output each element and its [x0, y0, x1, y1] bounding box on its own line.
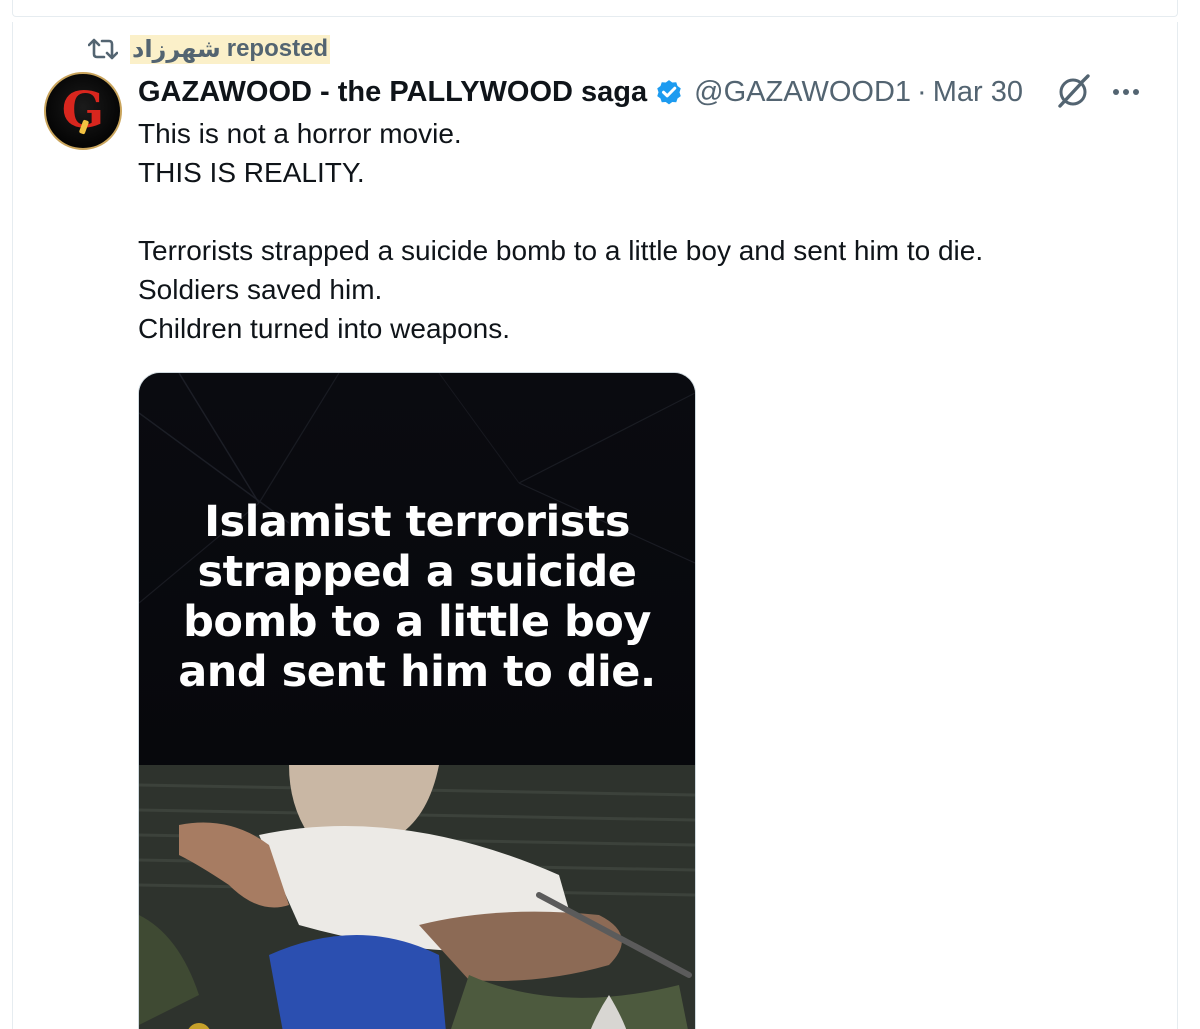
- tweet-line: Soldiers saved him.: [138, 274, 383, 305]
- overlay-line: and sent him to die.: [178, 647, 656, 697]
- reposter-name[interactable]: شهرزاد: [132, 35, 221, 64]
- tweet-line-empty: [138, 192, 1148, 231]
- overlay-line: Islamist terrorists: [204, 497, 630, 547]
- avatar[interactable]: G: [44, 72, 122, 150]
- video-title-card: Islamist terrorists strapped a suicide b…: [139, 373, 695, 765]
- reposted-word: reposted: [226, 34, 329, 62]
- video-overlay-text: Islamist terrorists strapped a suicide b…: [139, 497, 695, 697]
- repost-label[interactable]: شهرزاد reposted: [130, 34, 331, 64]
- tweet-video[interactable]: Islamist terrorists strapped a suicide b…: [138, 372, 696, 1029]
- grok-icon[interactable]: [1054, 73, 1092, 111]
- tweet-line: This is not a horror movie.: [138, 118, 462, 149]
- tweet-text: This is not a horror movie. THIS IS REAL…: [138, 114, 1148, 348]
- display-name[interactable]: GAZAWOOD - the PALLYWOOD saga: [138, 76, 647, 109]
- repost-icon: [88, 36, 118, 62]
- verified-badge-icon[interactable]: [654, 77, 684, 107]
- previous-tweet-edge: [12, 0, 1178, 17]
- video-footage: [139, 765, 695, 1029]
- author-handle[interactable]: @GAZAWOOD1: [694, 76, 911, 109]
- separator-dot: ·: [917, 75, 927, 108]
- repost-context: شهرزاد reposted: [88, 34, 331, 64]
- video-frame-illustration: [139, 765, 695, 1029]
- tweet-date[interactable]: Mar 30: [933, 76, 1023, 109]
- page: شهرزاد reposted G GAZAWOOD - the PALLYWO…: [0, 0, 1200, 1029]
- more-options-icon[interactable]: [1110, 80, 1142, 104]
- tweet-header: GAZAWOOD - the PALLYWOOD saga @GAZAWOOD1…: [138, 72, 1023, 112]
- tweet-line: THIS IS REALITY.: [138, 157, 365, 188]
- tweet-line: Children turned into weapons.: [138, 313, 511, 344]
- overlay-line: strapped a suicide: [197, 547, 637, 597]
- tweet-line: Terrorists strapped a suicide bomb to a …: [138, 235, 984, 266]
- overlay-line: bomb to a little boy: [183, 597, 651, 647]
